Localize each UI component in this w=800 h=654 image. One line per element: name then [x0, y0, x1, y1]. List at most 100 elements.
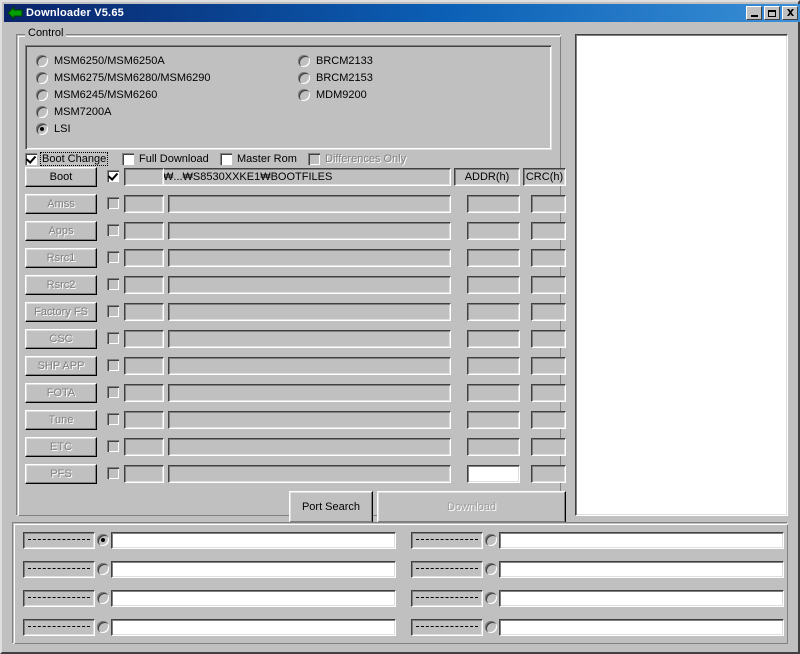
checkbox-boot-change[interactable]: Boot Change	[25, 153, 107, 165]
port-slot-radio-1[interactable]	[97, 534, 109, 546]
port-slot-label-2[interactable]	[23, 561, 95, 578]
radio-icon	[298, 72, 310, 84]
radio-label: LSI	[54, 123, 71, 135]
file-row-button-tune: Tune	[25, 410, 97, 430]
file-row-addr-pfs[interactable]	[467, 465, 520, 483]
radio-label: MSM6250/MSM6250A	[54, 55, 165, 67]
radio-icon	[36, 106, 48, 118]
port-slot-radio-8[interactable]	[485, 621, 497, 633]
addr-header: ADDR(h)	[454, 168, 520, 186]
radio-icon	[36, 89, 48, 101]
checkbox-icon	[122, 153, 134, 165]
file-row-crc-rsrc2	[531, 276, 566, 294]
file-row-size-boot[interactable]	[124, 168, 164, 186]
radio-icon	[36, 55, 48, 67]
close-button[interactable]	[782, 6, 798, 20]
checkbox-master-rom[interactable]: Master Rom	[220, 153, 297, 165]
path-header: C:₩...₩S8530XXKE1₩BOOTFILES	[148, 168, 451, 186]
file-row-addr-factory-fs	[467, 303, 520, 321]
port-slot-label-1[interactable]	[23, 532, 95, 549]
file-row-path-rsrc2	[168, 276, 451, 294]
radio-label: MDM9200	[316, 89, 367, 101]
file-row-checkbox-rsrc1	[107, 251, 119, 263]
file-row-button-factory-fs: Factory FS	[25, 302, 97, 322]
port-slot-radio-4[interactable]	[97, 621, 109, 633]
checkbox-full-download[interactable]: Full Download	[122, 153, 209, 165]
file-row-path-csc	[168, 330, 451, 348]
minimize-button[interactable]	[746, 6, 762, 20]
port-slot-status-8[interactable]	[499, 619, 784, 636]
file-row-addr-csc	[467, 330, 520, 348]
file-row-addr-apps	[467, 222, 520, 240]
file-row-size-fota	[124, 384, 164, 402]
radio-msm6245[interactable]: MSM6245/MSM6260	[36, 89, 157, 101]
file-row-button-fota: FOTA	[25, 383, 97, 403]
file-row-size-apps	[124, 222, 164, 240]
radio-mdm9200[interactable]: MDM9200	[298, 89, 367, 101]
file-row-crc-fota	[531, 384, 566, 402]
radio-brcm2133[interactable]: BRCM2133	[298, 55, 373, 67]
radio-icon	[298, 55, 310, 67]
file-row-button-apps: Apps	[25, 221, 97, 241]
port-slot-radio-6[interactable]	[485, 563, 497, 575]
port-slot-radio-7[interactable]	[485, 592, 497, 604]
port-search-button[interactable]: Port Search	[289, 491, 373, 523]
file-row-crc-csc	[531, 330, 566, 348]
radio-icon	[36, 72, 48, 84]
radio-msm7200a[interactable]: MSM7200A	[36, 106, 111, 118]
checkbox-icon	[308, 153, 320, 165]
file-row-checkbox-factory-fs	[107, 305, 119, 317]
radio-label: BRCM2133	[316, 55, 373, 67]
radio-lsi[interactable]: LSI	[36, 123, 71, 135]
file-row-size-amss	[124, 195, 164, 213]
radio-icon	[36, 123, 48, 135]
port-slot-status-6[interactable]	[499, 561, 784, 578]
file-row-button-amss: Amss	[25, 194, 97, 214]
radio-msm6250[interactable]: MSM6250/MSM6250A	[36, 55, 165, 67]
port-slot-label-7[interactable]	[411, 590, 483, 607]
file-row-path-apps	[168, 222, 451, 240]
dash-line-icon	[416, 539, 478, 540]
file-row-crc-shp-app	[531, 357, 566, 375]
port-slot-label-5[interactable]	[411, 532, 483, 549]
log-output-panel[interactable]	[575, 34, 788, 516]
crc-header: CRC(h)	[523, 168, 566, 186]
port-slot-status-3[interactable]	[111, 590, 396, 607]
maximize-button[interactable]	[764, 6, 780, 20]
file-row-button-boot[interactable]: Boot	[25, 167, 97, 187]
radio-label: BRCM2153	[316, 72, 373, 84]
file-row-size-tune	[124, 411, 164, 429]
file-row-checkbox-rsrc2	[107, 278, 119, 290]
file-row-addr-rsrc2	[467, 276, 520, 294]
app-window: Downloader V5.65 Control MSM6250/MSM6250…	[0, 0, 800, 654]
dash-line-icon	[28, 597, 90, 598]
file-row-addr-etc	[467, 438, 520, 456]
file-row-crc-factory-fs	[531, 303, 566, 321]
port-slot-label-6[interactable]	[411, 561, 483, 578]
port-slot-status-7[interactable]	[499, 590, 784, 607]
port-slot-status-1[interactable]	[111, 532, 396, 549]
port-slot-status-5[interactable]	[499, 532, 784, 549]
port-slot-radio-3[interactable]	[97, 592, 109, 604]
file-row-path-pfs	[168, 465, 451, 483]
file-row-path-fota	[168, 384, 451, 402]
file-row-checkbox-shp-app	[107, 359, 119, 371]
file-row-size-pfs	[124, 465, 164, 483]
checkbox-label: Differences Only	[325, 153, 406, 165]
port-slot-label-4[interactable]	[23, 619, 95, 636]
file-row-checkbox-tune	[107, 413, 119, 425]
file-row-addr-fota	[467, 384, 520, 402]
radio-brcm2153[interactable]: BRCM2153	[298, 72, 373, 84]
port-slot-radio-2[interactable]	[97, 563, 109, 575]
file-row-crc-rsrc1	[531, 249, 566, 267]
port-slot-status-4[interactable]	[111, 619, 396, 636]
port-slot-status-2[interactable]	[111, 561, 396, 578]
port-slot-radio-5[interactable]	[485, 534, 497, 546]
port-slot-label-8[interactable]	[411, 619, 483, 636]
file-row-addr-amss	[467, 195, 520, 213]
file-row-path-etc	[168, 438, 451, 456]
file-row-checkbox-boot[interactable]	[107, 170, 119, 182]
port-slot-label-3[interactable]	[23, 590, 95, 607]
radio-msm6275[interactable]: MSM6275/MSM6280/MSM6290	[36, 72, 211, 84]
chipset-panel: MSM6250/MSM6250A MSM6275/MSM6280/MSM6290…	[25, 45, 552, 150]
